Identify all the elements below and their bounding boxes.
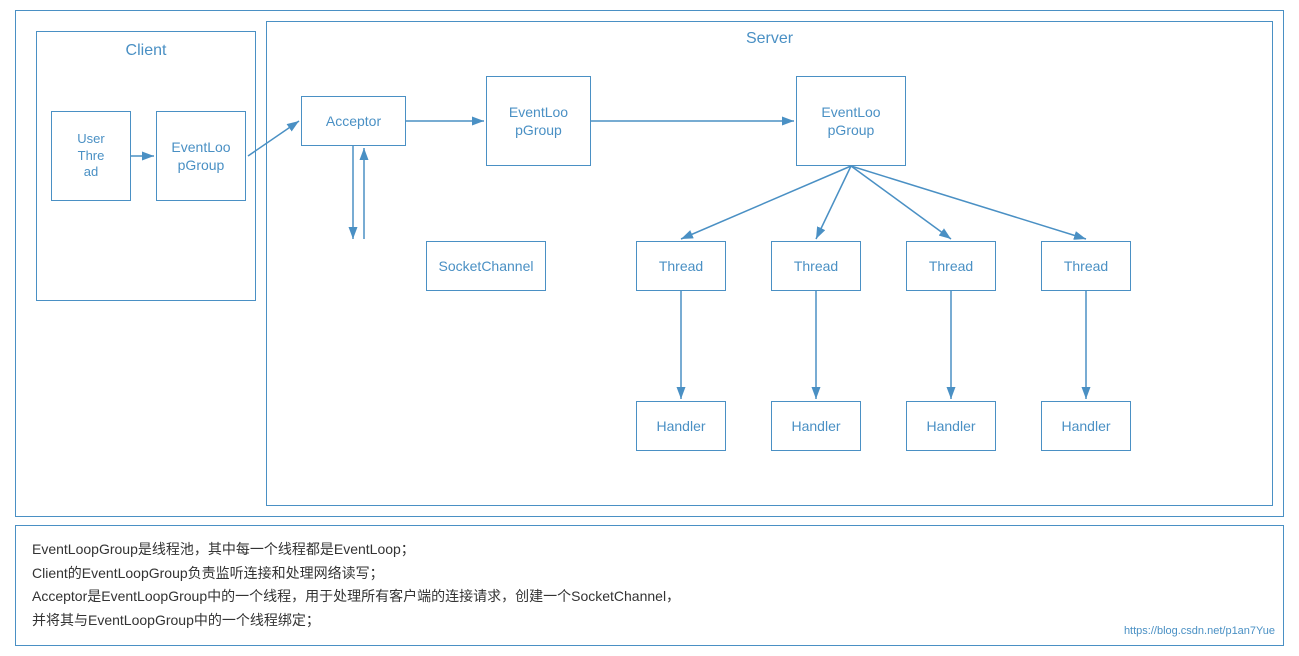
- main-container: Client Server UserThread EventLoopGroup …: [0, 0, 1299, 656]
- thread3-label: Thread: [929, 257, 973, 275]
- thread4-label: Thread: [1064, 257, 1108, 275]
- handler4-label: Handler: [1061, 417, 1110, 435]
- server-label: Server: [267, 30, 1272, 48]
- handler2-label: Handler: [791, 417, 840, 435]
- thread4-box: Thread: [1041, 241, 1131, 291]
- handler3-label: Handler: [926, 417, 975, 435]
- eventloop-client-label: EventLoopGroup: [171, 138, 230, 174]
- description-line4: 并将其与EventLoopGroup中的一个线程绑定；: [32, 609, 1267, 633]
- thread1-box: Thread: [636, 241, 726, 291]
- thread3-box: Thread: [906, 241, 996, 291]
- description-line1: EventLoopGroup是线程池，其中每一个线程都是EventLoop；: [32, 538, 1267, 562]
- handler1-label: Handler: [656, 417, 705, 435]
- handler3-box: Handler: [906, 401, 996, 451]
- description-box: EventLoopGroup是线程池，其中每一个线程都是EventLoop； C…: [15, 525, 1284, 646]
- thread1-label: Thread: [659, 257, 703, 275]
- socket-channel-box: SocketChannel: [426, 241, 546, 291]
- socket-channel-label: SocketChannel: [439, 257, 534, 275]
- watermark: https://blog.csdn.net/p1an7Yue: [1124, 622, 1275, 641]
- description-line3: Acceptor是EventLoopGroup中的一个线程，用于处理所有客户端的…: [32, 585, 1267, 609]
- eventloop-boss-label: EventLoopGroup: [509, 103, 568, 139]
- handler2-box: Handler: [771, 401, 861, 451]
- thread2-box: Thread: [771, 241, 861, 291]
- acceptor-box: Acceptor: [301, 96, 406, 146]
- acceptor-label: Acceptor: [326, 112, 381, 130]
- user-thread-box: UserThread: [51, 111, 131, 201]
- eventloop-worker-label: EventLoopGroup: [821, 103, 880, 139]
- description-line2: Client的EventLoopGroup负责监听连接和处理网络读写；: [32, 562, 1267, 586]
- diagram-area: Client Server UserThread EventLoopGroup …: [15, 10, 1284, 517]
- thread2-label: Thread: [794, 257, 838, 275]
- handler4-box: Handler: [1041, 401, 1131, 451]
- eventloop-client-box: EventLoopGroup: [156, 111, 246, 201]
- eventloop-worker-box: EventLoopGroup: [796, 76, 906, 166]
- client-label: Client: [37, 42, 255, 60]
- eventloop-boss-box: EventLoopGroup: [486, 76, 591, 166]
- handler1-box: Handler: [636, 401, 726, 451]
- user-thread-label: UserThread: [77, 131, 104, 182]
